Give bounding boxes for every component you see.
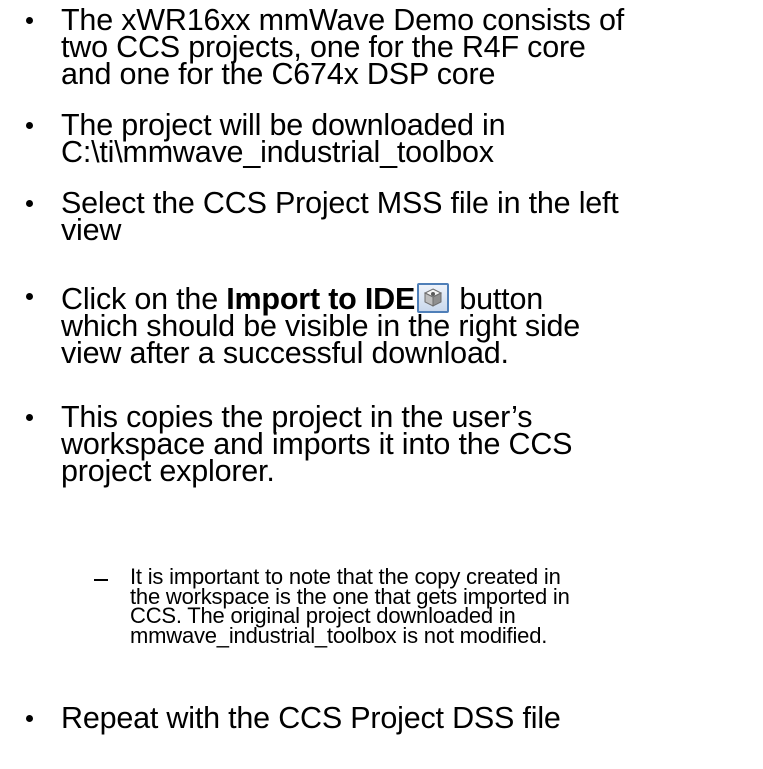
- bullet-text: The project will be downloaded in C:\ti\…: [61, 110, 756, 169]
- bullet-line: Repeat with the CCS Project DSS file: [61, 701, 561, 735]
- bullet-dot: [26, 293, 33, 300]
- bullet-line: view after a successful download.: [61, 336, 509, 370]
- bullet-dot: [26, 715, 33, 722]
- sub-bullet-dash: [94, 579, 108, 581]
- bullet-text: This copies the project in the user’s wo…: [61, 402, 756, 488]
- sub-bullet-text: It is important to note that the copy cr…: [130, 566, 760, 648]
- bullet-dot: [26, 17, 33, 24]
- import-to-ide-button[interactable]: [417, 283, 450, 313]
- bullet-line: and one for the C674x DSP core: [61, 57, 496, 91]
- bullet-line: view: [61, 213, 122, 247]
- bullet-line: Select the CCS Project MSS file in the l…: [61, 186, 619, 220]
- slide-content: The xWR16xx mmWave Demo consists of two …: [0, 0, 763, 769]
- bullet-dot: [26, 414, 33, 421]
- bullet-text: Repeat with the CCS Project DSS file: [61, 701, 756, 735]
- bullet-dot: [26, 122, 33, 129]
- bullet-line: project explorer.: [61, 454, 275, 488]
- bullet-text: Select the CCS Project MSS file in the l…: [61, 186, 756, 247]
- bullet-text: The xWR16xx mmWave Demo consists of two …: [61, 5, 756, 91]
- bullet-text: Click on the Import to IDE button which …: [61, 283, 756, 370]
- bullet-dot: [26, 200, 33, 207]
- sub-bullet-line: mmwave_industrial_toolbox is not modifie…: [130, 622, 548, 648]
- import-to-ide-icon: [423, 288, 443, 307]
- bullet-line: C:\ti\mmwave_industrial_toolbox: [61, 135, 494, 169]
